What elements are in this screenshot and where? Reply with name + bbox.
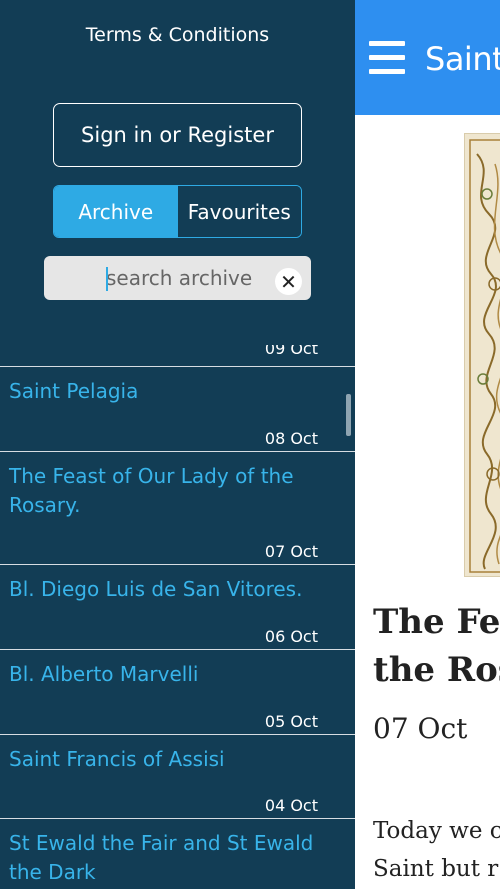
list-item[interactable]: Saint Pelagia 08 Oct [0,366,355,451]
list-item-title: Bl. Alberto Marvelli [9,662,199,686]
close-icon[interactable]: ✕ [275,268,302,295]
list-item-date: 09 Oct [264,345,318,358]
list-item-title: The Feast of Our Lady of the Rosary. [9,464,294,517]
list-item-date: 06 Oct [264,627,318,646]
list-item-date: 08 Oct [264,429,318,448]
article-date: 07 Oct [373,712,468,745]
list-item-date: 05 Oct [264,712,318,731]
list-item[interactable]: The Feast of Our Lady of the Rosary. 07 … [0,451,355,564]
app-title: Saint [425,40,500,78]
search-input[interactable] [106,256,274,300]
search-box [44,256,311,300]
navigation-drawer: Terms & Conditions Sign in or Register A… [0,0,355,889]
list-item-title: Saint Francis of Assisi [9,747,225,771]
article-image [464,133,500,577]
list-item[interactable]: Saint Francis of Assisi 04 Oct [0,734,355,818]
archive-list[interactable]: 09 Oct Saint Pelagia 08 Oct The Feast of… [0,345,355,889]
app-bar: Saint [355,0,500,115]
article-title: The Fea the Ros [373,602,500,690]
list-item-date: 04 Oct [264,796,318,815]
list-item[interactable]: Bl. Alberto Marvelli 05 Oct [0,649,355,734]
list-item-title: Saint Pelagia [9,379,139,403]
list-item-title: Bl. Diego Luis de San Vitores. [9,577,303,601]
archive-favourites-toggle: Archive Favourites [53,185,302,238]
terms-link[interactable]: Terms & Conditions [0,24,355,46]
list-item-title: St Ewald the Fair and St Ewald the Dark [9,831,314,884]
scrollbar-thumb[interactable] [346,394,351,436]
list-item-date: 07 Oct [264,542,318,561]
list-item[interactable]: St Ewald the Fair and St Ewald the Dark [0,818,355,889]
hamburger-icon[interactable] [369,40,405,74]
main-content: Saint The Fea the Ros 07 Oct Today we c … [355,0,500,889]
sign-in-button[interactable]: Sign in or Register [53,103,302,167]
text-caret [106,267,108,291]
article-body: Today we c Saint but r [373,818,500,882]
list-item[interactable]: Bl. Diego Luis de San Vitores. 06 Oct [0,564,355,649]
tab-favourites[interactable]: Favourites [177,186,301,237]
tab-archive[interactable]: Archive [54,186,178,237]
